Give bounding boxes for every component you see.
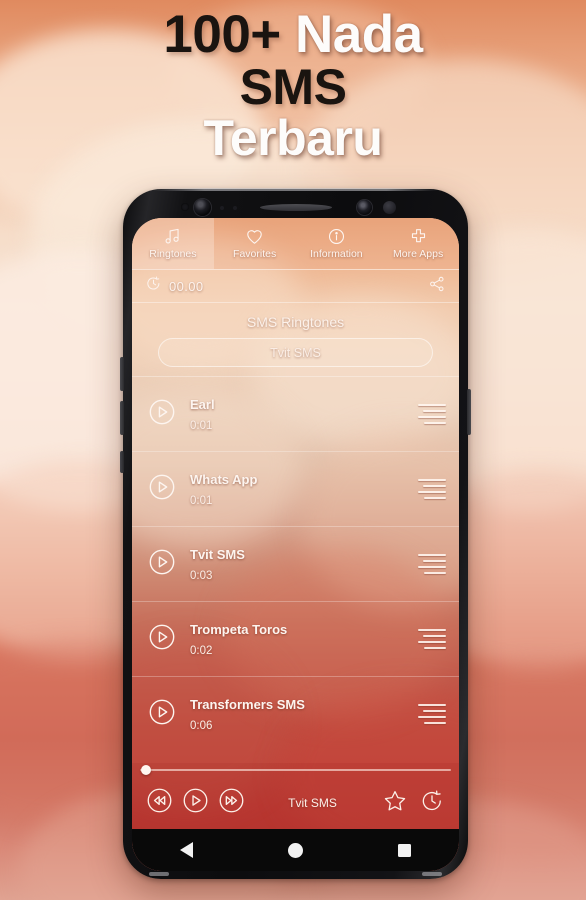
music-note-icon: [163, 227, 182, 246]
ringtone-duration: 0:06: [190, 719, 213, 732]
phone-bottom-highlight-left: [149, 872, 169, 876]
page-title: SMS Ringtones: [246, 314, 345, 330]
timer-value: 00.00: [169, 278, 204, 294]
sensor-dot-icon: [220, 206, 224, 210]
ringtone-title: Earl: [190, 396, 215, 412]
ringtone-title: Whats App: [190, 471, 258, 487]
play-circle-icon[interactable]: [148, 623, 176, 656]
player-controls: Tvit SMS: [132, 777, 459, 829]
tab-more-apps-label: More Apps: [393, 248, 444, 260]
title-line-2: SMS: [0, 62, 586, 113]
earpiece-speaker-icon: [260, 204, 332, 211]
ringtone-info: Whats App 0:01: [190, 472, 418, 507]
timer-bar: 00.00: [132, 270, 459, 303]
ringtone-title: Trompeta Toros: [190, 621, 288, 637]
android-navigation-bar: [132, 829, 459, 871]
equalizer-lines-icon[interactable]: [418, 404, 446, 424]
equalizer-lines-icon[interactable]: [418, 479, 446, 499]
phone-screen: Ringtones Favorites Information More App…: [132, 218, 459, 871]
play-circle-icon[interactable]: [148, 398, 176, 431]
ringtone-duration: 0:01: [190, 419, 213, 432]
player-bar: Tvit SMS: [132, 763, 459, 829]
power-button[interactable]: [467, 389, 471, 435]
tab-favorites-label: Favorites: [233, 248, 277, 260]
forward-circle-icon[interactable]: [218, 787, 245, 819]
title-text-terbaru: Terbaru: [203, 110, 383, 167]
selected-ringtone-pill[interactable]: Tvit SMS: [158, 338, 433, 367]
ringtone-row[interactable]: Whats App 0:01: [132, 451, 459, 526]
title-text-count: 100+: [163, 5, 281, 64]
phone-bottom-highlight-right: [422, 872, 442, 876]
phone-top-speaker: [153, 188, 438, 191]
poster-title: 100+ Nada SMS Terbaru: [0, 5, 586, 164]
proximity-sensor-icon: [181, 203, 189, 211]
progress-slider[interactable]: [132, 763, 459, 777]
rewind-circle-icon[interactable]: [146, 787, 173, 819]
title-line-3: Terbaru: [0, 113, 586, 164]
iris-scanner-icon: [357, 200, 372, 215]
ringtone-row[interactable]: Earl 0:01: [132, 376, 459, 451]
player-timer-icon[interactable]: [419, 788, 445, 819]
equalizer-lines-icon[interactable]: [418, 629, 446, 649]
front-camera-icon: [194, 199, 211, 216]
progress-track: [140, 769, 451, 771]
selected-ringtone-wrap: Tvit SMS: [132, 330, 459, 376]
ringtone-duration: 0:02: [190, 644, 213, 657]
volume-up-button[interactable]: [120, 357, 124, 391]
equalizer-lines-icon[interactable]: [418, 554, 446, 574]
ringtone-duration: 0:01: [190, 494, 213, 507]
share-icon[interactable]: [428, 275, 446, 298]
star-outline-icon[interactable]: [382, 788, 408, 819]
play-circle-icon[interactable]: [148, 473, 176, 506]
ringtone-title: Transformers SMS: [190, 696, 305, 712]
ringtone-list: Earl 0:01 Whats App 0:01 Tvit SMS 0:03 T…: [132, 376, 459, 763]
heart-icon: [245, 227, 264, 246]
home-circle-icon[interactable]: [287, 842, 303, 858]
phone-sensor-cluster: [123, 198, 468, 218]
sensor-dot-icon: [233, 206, 237, 210]
play-circle-icon[interactable]: [148, 698, 176, 731]
tab-ringtones[interactable]: Ringtones: [132, 218, 214, 269]
ringtone-info: Trompeta Toros 0:02: [190, 622, 418, 657]
title-line-1: 100+ Nada: [0, 5, 586, 64]
assistant-button[interactable]: [120, 451, 124, 473]
equalizer-lines-icon[interactable]: [418, 704, 446, 724]
ringtone-row[interactable]: Trompeta Toros 0:02: [132, 601, 459, 676]
tab-more-apps[interactable]: More Apps: [377, 218, 459, 269]
ringtone-info: Tvit SMS 0:03: [190, 547, 418, 582]
ringtone-info: Earl 0:01: [190, 397, 418, 432]
ringtone-row[interactable]: Tvit SMS 0:03: [132, 526, 459, 601]
title-text-nada: Nada: [295, 5, 423, 64]
player-play-circle-icon[interactable]: [182, 787, 209, 819]
ringtone-title: Tvit SMS: [190, 546, 245, 562]
info-circle-icon: [327, 227, 346, 246]
ringtone-info: Transformers SMS 0:06: [190, 697, 418, 732]
tab-information[interactable]: Information: [296, 218, 378, 269]
ringtone-duration: 0:03: [190, 569, 213, 582]
back-triangle-icon[interactable]: [179, 842, 193, 858]
title-text-sms: SMS: [239, 59, 347, 116]
plus-cross-icon: [409, 227, 428, 246]
now-playing-label: Tvit SMS: [288, 796, 337, 810]
tab-information-label: Information: [310, 248, 363, 260]
recents-square-icon[interactable]: [398, 843, 412, 857]
tab-favorites[interactable]: Favorites: [214, 218, 296, 269]
app-ui: Ringtones Favorites Information More App…: [132, 218, 459, 871]
progress-thumb[interactable]: [141, 765, 151, 775]
led-indicator-icon: [383, 201, 396, 214]
clock-timer-icon[interactable]: [145, 275, 162, 297]
tab-bar: Ringtones Favorites Information More App…: [132, 218, 459, 270]
phone-mockup: Ringtones Favorites Information More App…: [120, 188, 471, 879]
ringtone-row[interactable]: Transformers SMS 0:06: [132, 676, 459, 751]
tab-ringtones-label: Ringtones: [149, 248, 197, 260]
play-circle-icon[interactable]: [148, 548, 176, 581]
volume-down-button[interactable]: [120, 401, 124, 435]
